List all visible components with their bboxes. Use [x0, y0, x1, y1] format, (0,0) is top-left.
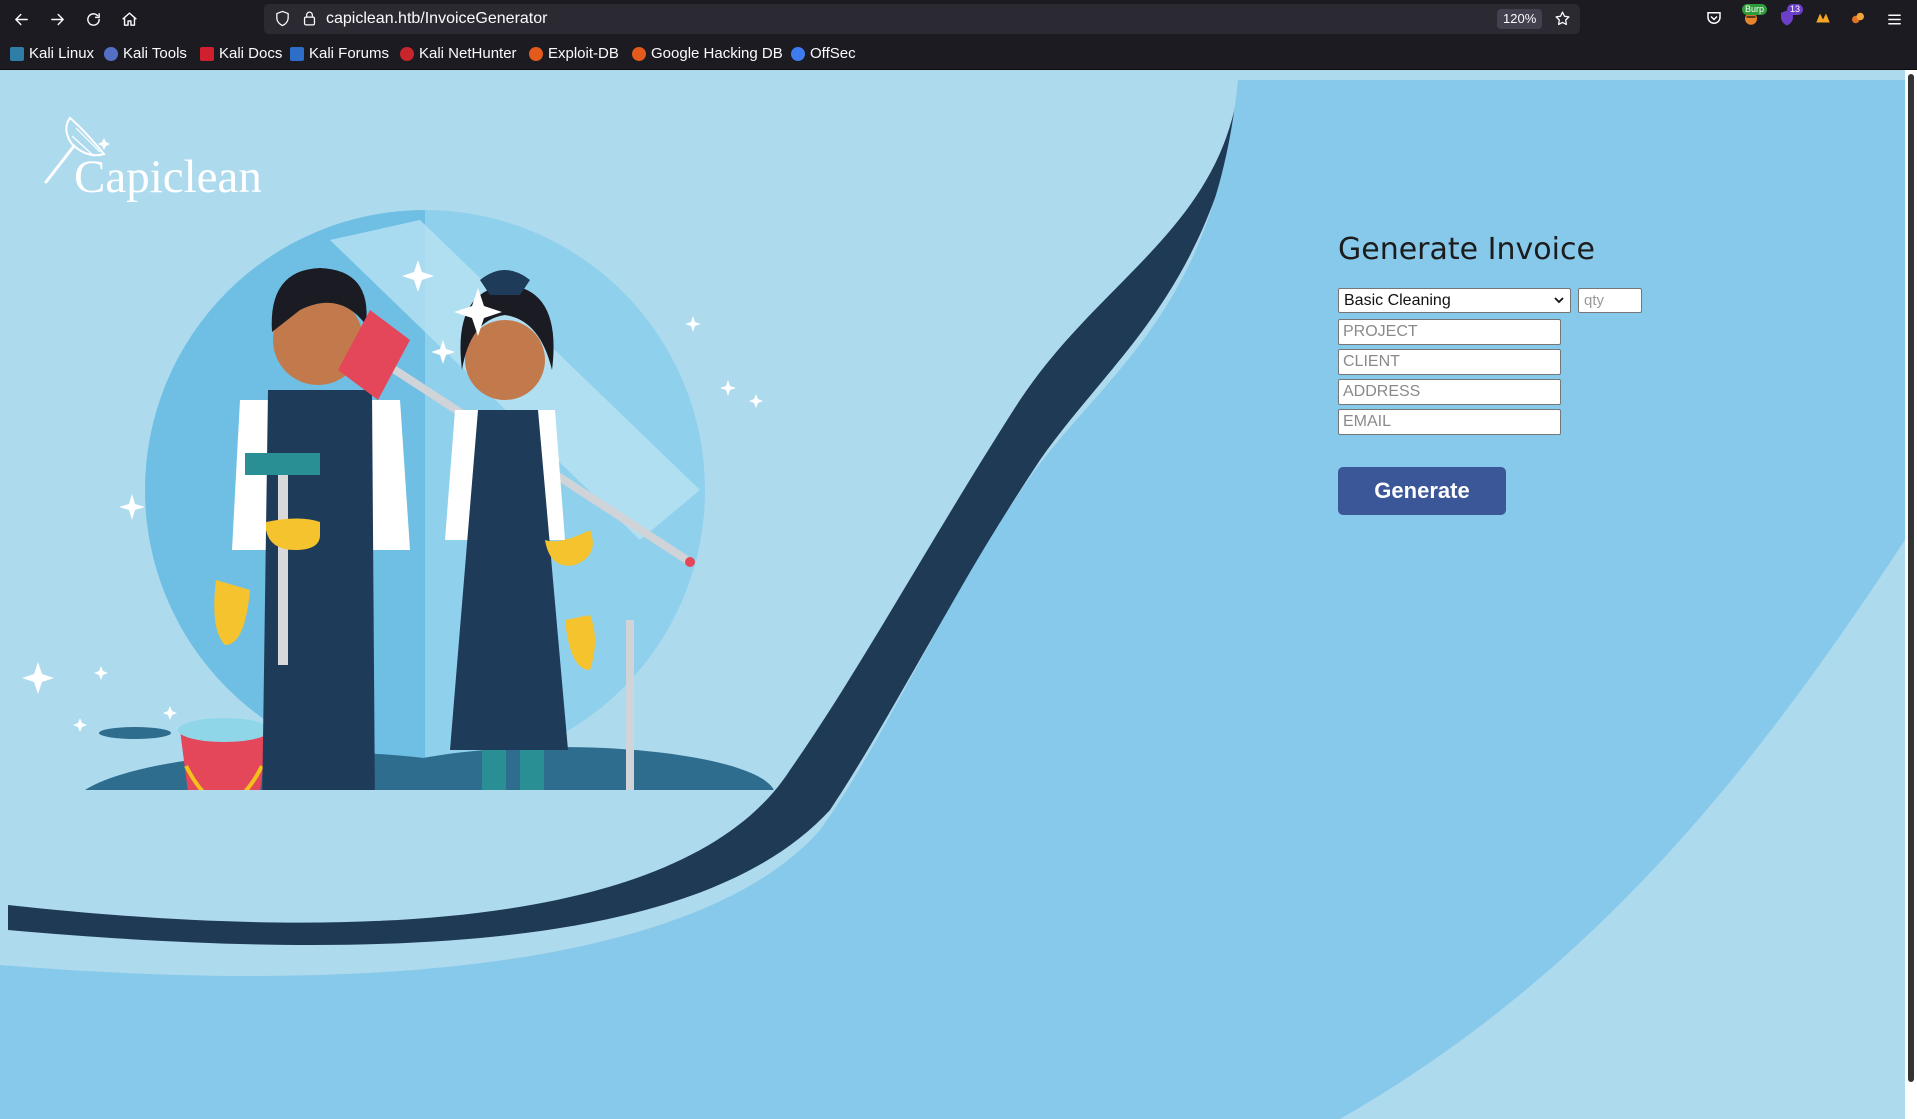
home-button[interactable] [117, 7, 141, 31]
arrow-left-icon [14, 13, 28, 25]
bookmark-label: Exploit-DB [548, 45, 619, 62]
project-input[interactable]: PROJECT [1338, 319, 1561, 345]
page-scrollbar[interactable] [1905, 70, 1917, 1119]
reload-icon [86, 12, 100, 26]
cleaners-illustration [22, 210, 774, 790]
qty-input[interactable]: qty [1578, 288, 1642, 313]
wappalyzer-icon[interactable] [1813, 8, 1833, 28]
kali-docs-icon [200, 46, 214, 61]
address-input[interactable]: ADDRESS [1338, 379, 1561, 405]
generate-button[interactable]: Generate [1338, 467, 1506, 515]
bookmark-kali-docs[interactable]: Kali Docs [200, 45, 282, 62]
bookmark-kali-nethunter[interactable]: Kali NetHunter [400, 45, 517, 62]
page-content: Capiclean Generate Invoice Basic Cleanin… [0, 70, 1905, 1119]
burp-badge: Burp [1741, 4, 1767, 15]
bookmark-star-icon[interactable] [1554, 10, 1571, 32]
exploit-db-icon [529, 46, 543, 61]
hamburger-icon [1887, 14, 1901, 24]
email-input[interactable]: EMAIL [1338, 409, 1561, 435]
lock-icon[interactable] [301, 10, 318, 32]
kali-forums-icon [290, 46, 304, 61]
bookmark-kali-linux[interactable]: Kali Linux [10, 45, 94, 62]
ghdb-icon [632, 46, 646, 61]
pocket-icon[interactable] [1704, 8, 1724, 28]
tracking-protection-icon[interactable] [274, 10, 291, 32]
bookmark-label: Kali Tools [123, 45, 187, 62]
bookmarks-bar: Kali Linux Kali Tools Kali Docs Kali For… [0, 38, 1917, 70]
url-text[interactable]: capiclean.htb/InvoiceGenerator [326, 10, 547, 28]
chevron-down-icon [1554, 297, 1564, 304]
bookmark-label: Kali Forums [309, 45, 390, 62]
burp-icon[interactable]: Burp [1741, 4, 1767, 28]
zoom-level-badge[interactable]: 120% [1497, 9, 1543, 29]
address-bar[interactable]: capiclean.htb/InvoiceGenerator 120% [264, 4, 1580, 34]
menu-button[interactable] [1882, 7, 1906, 31]
kali-dragon-icon [10, 46, 24, 61]
foxyproxy-icon[interactable] [1848, 8, 1868, 28]
arrow-right-icon [50, 13, 64, 25]
bookmark-label: Kali NetHunter [419, 45, 517, 62]
reload-button[interactable] [81, 7, 105, 31]
bookmark-offsec[interactable]: OffSec [791, 45, 856, 62]
ublock-badge: 13 [1786, 4, 1803, 15]
page-title: Generate Invoice [1338, 232, 1595, 267]
bookmark-exploit-db[interactable]: Exploit-DB [529, 45, 619, 62]
kali-tools-icon [104, 46, 118, 61]
bookmark-kali-tools[interactable]: Kali Tools [104, 45, 187, 62]
nethunter-icon [400, 46, 414, 61]
bookmark-google-hacking-db[interactable]: Google Hacking DB [632, 45, 783, 62]
bookmark-kali-forums[interactable]: Kali Forums [290, 45, 389, 62]
bookmark-label: Kali Linux [29, 45, 95, 62]
ublock-icon[interactable]: 13 [1777, 4, 1803, 28]
service-select-value: Basic Cleaning [1344, 292, 1451, 309]
offsec-icon [791, 46, 805, 61]
scrollbar-thumb[interactable] [1908, 74, 1914, 1082]
service-select[interactable]: Basic Cleaning [1338, 288, 1571, 313]
client-input[interactable]: CLIENT [1338, 349, 1561, 375]
home-icon [121, 11, 137, 26]
bookmark-label: Google Hacking DB [651, 45, 783, 62]
forward-button[interactable] [45, 7, 69, 31]
bookmark-label: Kali Docs [219, 45, 283, 62]
back-button[interactable] [9, 7, 33, 31]
bookmark-label: OffSec [810, 45, 856, 62]
browser-toolbar: capiclean.htb/InvoiceGenerator 120% Burp… [0, 0, 1917, 38]
